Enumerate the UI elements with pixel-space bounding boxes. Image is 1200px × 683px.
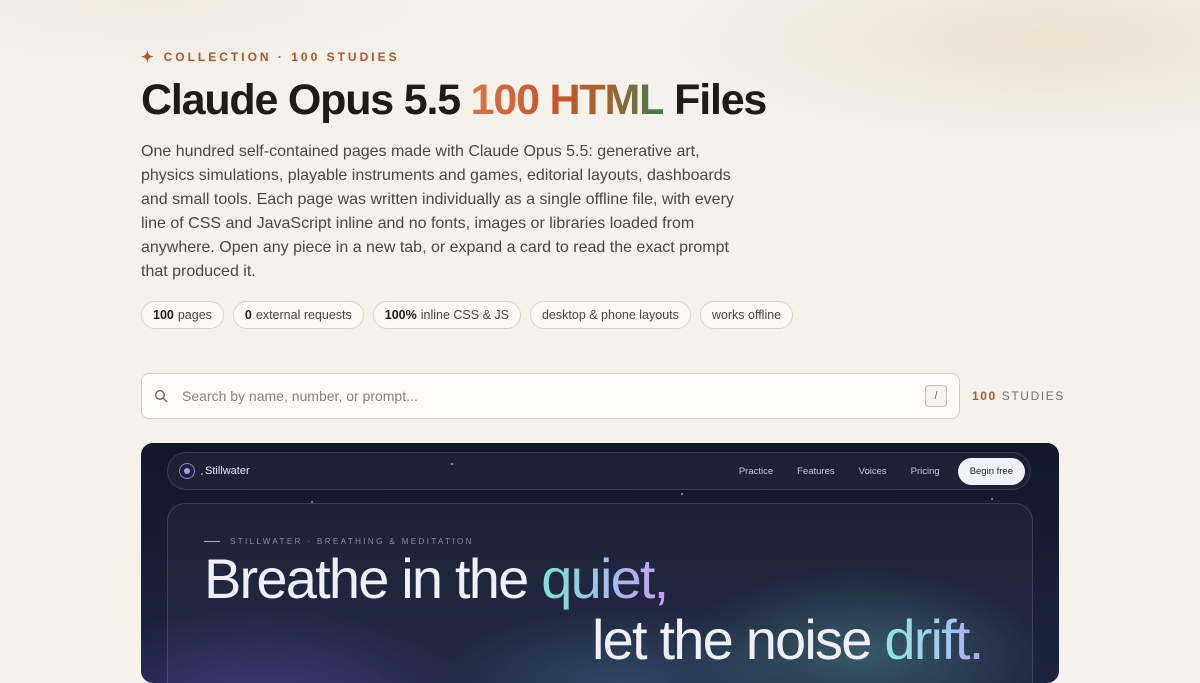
preview-hero: STILLWATER · BREATHING & MEDITATION Brea… bbox=[167, 503, 1033, 683]
kicker-line bbox=[204, 541, 220, 542]
stats-chips: 100 pages 0 external requests 100% inline C… bbox=[141, 301, 794, 329]
hero-line-1-accent: quiet, bbox=[541, 547, 669, 610]
hero-line-2-accent: drift. bbox=[884, 608, 984, 671]
count-label: STUDIES bbox=[1001, 389, 1065, 403]
star bbox=[681, 493, 683, 495]
preview-navbar: Stillwater Practice Features Voices Pric… bbox=[167, 452, 1031, 490]
page-description: One hundred self-contained pages made wi… bbox=[141, 143, 734, 280]
chip-label: inline CSS & JS bbox=[420, 308, 509, 322]
study-card-preview[interactable]: Stillwater Practice Features Voices Pric… bbox=[141, 443, 1059, 683]
study-count: 100 STUDIES bbox=[972, 389, 1065, 403]
chip-offline: works offline bbox=[699, 301, 794, 329]
chip-label: works offline bbox=[711, 308, 782, 322]
sparkle-icon: ✦ bbox=[141, 49, 154, 66]
chip-value: 100 bbox=[153, 308, 174, 322]
nav-link-pricing[interactable]: Pricing bbox=[911, 466, 940, 477]
kicker-text: STILLWATER · BREATHING & MEDITATION bbox=[230, 537, 474, 546]
hero-line-1: Breathe in the quiet, bbox=[204, 546, 669, 611]
search-icon bbox=[154, 389, 168, 403]
page-title: Claude Opus 5.5 100 HTML Files bbox=[141, 76, 767, 125]
logo-ring-icon bbox=[179, 463, 195, 479]
chip-layouts: desktop & phone layouts bbox=[529, 301, 691, 329]
nav-link-voices[interactable]: Voices bbox=[859, 466, 887, 477]
preview-brand: Stillwater bbox=[205, 465, 250, 477]
chip-label: desktop & phone layouts bbox=[541, 308, 679, 322]
chip-value: 0 bbox=[244, 308, 252, 322]
nav-link-practice[interactable]: Practice bbox=[739, 466, 773, 477]
eyebrow-label: COLLECTION · 100 STUDIES bbox=[163, 50, 400, 64]
search-box[interactable]: / bbox=[141, 373, 960, 419]
nav-link-features[interactable]: Features bbox=[797, 466, 835, 477]
chip-label: pages bbox=[177, 308, 212, 322]
chip-value: 100% bbox=[384, 308, 417, 322]
count-number: 100 bbox=[972, 389, 997, 403]
title-prefix: Claude Opus 5.5 bbox=[141, 76, 471, 124]
search-input[interactable] bbox=[180, 387, 925, 405]
hero-line-2: let the noise drift. bbox=[592, 607, 984, 672]
hero-line-1-plain: Breathe in the bbox=[204, 547, 542, 610]
chip-label: external requests bbox=[255, 308, 352, 322]
title-suffix: Files bbox=[663, 76, 767, 124]
hero-line-2-plain: let the noise bbox=[592, 608, 885, 671]
preview-nav-links: Practice Features Voices Pricing bbox=[739, 466, 940, 477]
shortcut-key: / bbox=[925, 385, 947, 407]
chip-external-requests: 0 external requests bbox=[232, 301, 364, 329]
title-accent: 100 HTML bbox=[470, 76, 665, 124]
preview-kicker: STILLWATER · BREATHING & MEDITATION bbox=[204, 537, 474, 546]
eyebrow: ✦ COLLECTION · 100 STUDIES bbox=[141, 48, 400, 66]
star bbox=[991, 498, 993, 500]
chip-pages: 100 pages bbox=[141, 301, 224, 329]
chip-inline: 100% inline CSS & JS bbox=[372, 301, 521, 329]
begin-free-button[interactable]: Begin free bbox=[957, 457, 1025, 485]
